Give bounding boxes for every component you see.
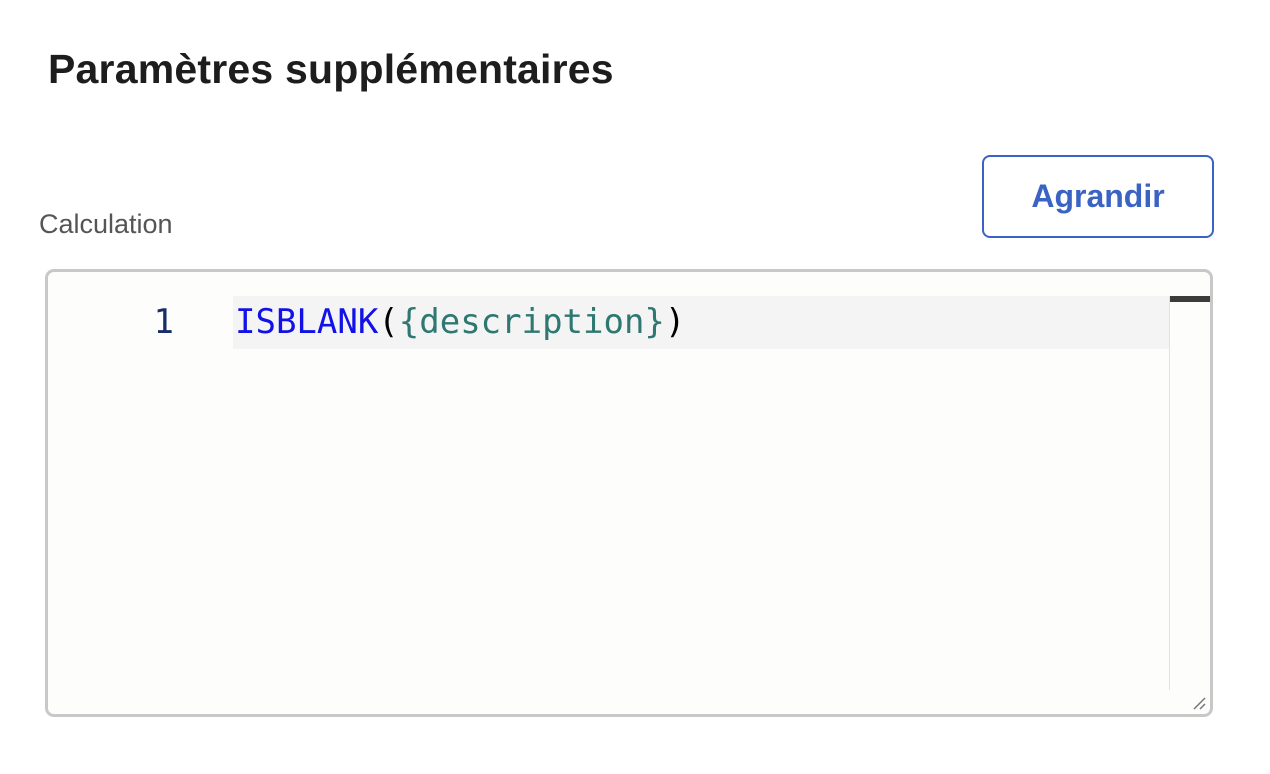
code-line[interactable]: ISBLANK({description})	[235, 296, 685, 349]
line-number-gutter: 1	[48, 272, 233, 714]
line-number: 1	[153, 302, 174, 342]
close-paren-token: )	[664, 302, 686, 342]
field-reference-token: {description}	[398, 302, 665, 342]
page-title: Paramètres supplémentaires	[48, 46, 614, 92]
resize-handle-icon[interactable]	[1191, 695, 1207, 711]
open-paren-token: (	[378, 302, 399, 342]
calculation-label: Calculation	[39, 209, 173, 239]
scrollbar-thumb[interactable]	[1170, 296, 1210, 302]
calculation-code-editor[interactable]: 1 ISBLANK({description})	[45, 269, 1213, 717]
function-token: ISBLANK	[235, 302, 379, 342]
expand-button[interactable]: Agrandir	[982, 155, 1214, 238]
vertical-scrollbar[interactable]	[1169, 296, 1210, 690]
